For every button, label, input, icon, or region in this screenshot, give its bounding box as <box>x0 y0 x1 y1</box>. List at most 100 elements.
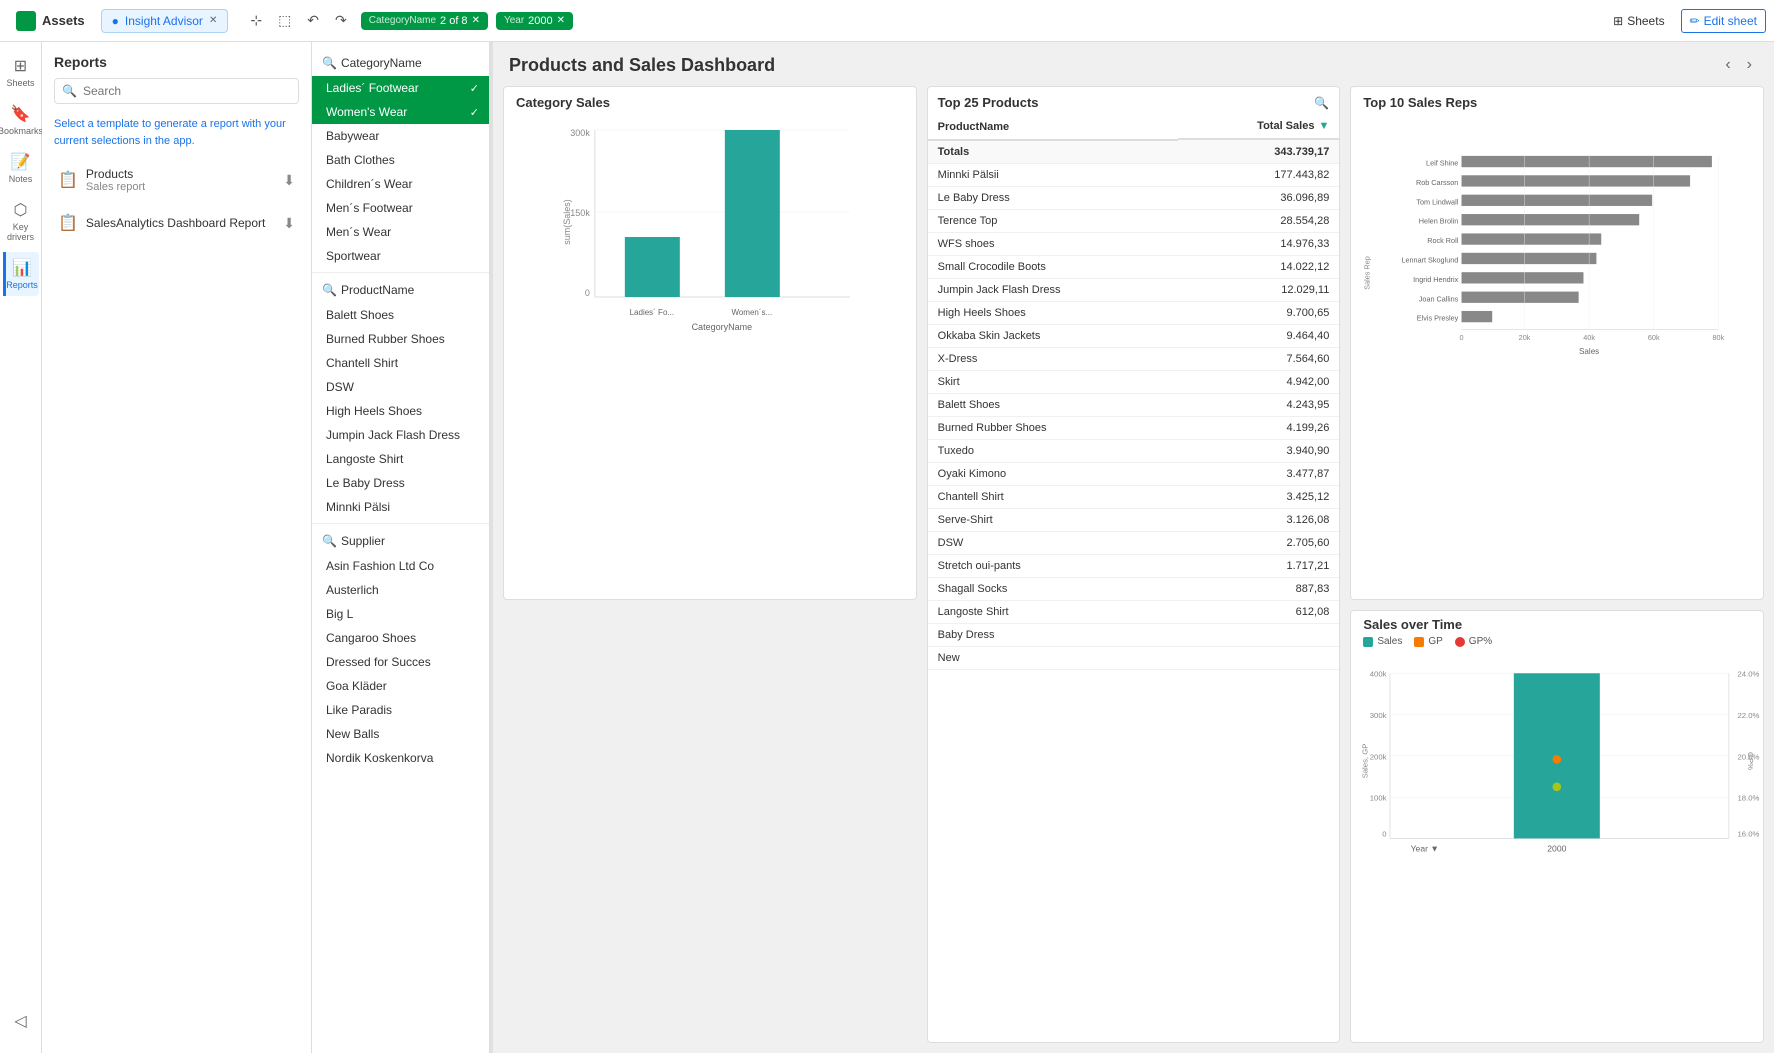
category-filter-header[interactable]: 🔍 CategoryName <box>312 50 489 76</box>
filter-item-ladies-footwear[interactable]: Ladies´ Footwear <box>312 76 489 100</box>
download-icon-products[interactable]: ⬇ <box>283 172 295 189</box>
table-row[interactable]: X-Dress7.564,60 <box>928 348 1340 371</box>
table-row[interactable]: Shagall Socks887,83 <box>928 578 1340 601</box>
filter-item-womens-wear[interactable]: Women's Wear <box>312 100 489 124</box>
filter-item-mens-footwear[interactable]: Men´s Footwear <box>312 196 489 220</box>
category-filter-close[interactable]: ✕ <box>472 15 480 26</box>
report-item-products[interactable]: 📋 Products Sales report ⬇ <box>46 157 307 203</box>
filter-item-le-baby-dress[interactable]: Le Baby Dress <box>312 471 489 495</box>
sidebar-bottom: ◁ <box>3 1005 39 1045</box>
filter-item-dressed-for-succes[interactable]: Dressed for Succes <box>312 650 489 674</box>
filter-item-chantell-shirt[interactable]: Chantell Shirt <box>312 351 489 375</box>
filter-item-high-heels-shoes[interactable]: High Heels Shoes <box>312 399 489 423</box>
table-row[interactable]: Chantell Shirt3.425,12 <box>928 486 1340 509</box>
insight-advisor-close[interactable]: ✕ <box>209 15 217 26</box>
tool-select[interactable]: ⊹ <box>244 8 268 33</box>
bar-joan[interactable] <box>1462 292 1579 303</box>
filter-item-langoste-shirt[interactable]: Langoste Shirt <box>312 447 489 471</box>
table-row[interactable]: DSW2.705,60 <box>928 532 1340 555</box>
category-filter-chip[interactable]: CategoryName 2 of 8 ✕ <box>361 12 488 30</box>
search-input[interactable] <box>54 78 299 104</box>
edit-sheet-button[interactable]: ✏ Edit sheet <box>1681 9 1766 33</box>
table-row[interactable]: Terence Top28.554,28 <box>928 210 1340 233</box>
table-row[interactable]: Jumpin Jack Flash Dress12.029,11 <box>928 279 1340 302</box>
table-row[interactable]: Stretch oui-pants1.717,21 <box>928 555 1340 578</box>
filter-item-like-paradis[interactable]: Like Paradis <box>312 698 489 722</box>
bar-leif-shine[interactable] <box>1462 156 1712 167</box>
bar-helen-brolin[interactable] <box>1462 214 1640 225</box>
bar-womens-wear[interactable] <box>725 130 780 297</box>
filter-item-austerlich[interactable]: Austerlich <box>312 578 489 602</box>
filter-item-babywear[interactable]: Babywear <box>312 124 489 148</box>
filter-item-cangaroo[interactable]: Cangaroo Shoes <box>312 626 489 650</box>
table-row[interactable]: Le Baby Dress36.096,89 <box>928 187 1340 210</box>
sidebar-item-reports[interactable]: 📊 Reports <box>3 252 39 296</box>
bar-rob-carsson[interactable] <box>1462 175 1691 186</box>
col-totalsales[interactable]: Total Sales ▼ <box>1178 114 1339 140</box>
filter-item-jumpin-jack[interactable]: Jumpin Jack Flash Dress <box>312 423 489 447</box>
filter-item-big-l[interactable]: Big L <box>312 602 489 626</box>
table-row[interactable]: Oyaki Kimono3.477,87 <box>928 463 1340 486</box>
tool-lasso[interactable]: ⬚ <box>272 8 297 33</box>
bar-lennart[interactable] <box>1462 253 1597 264</box>
bar-tom-lindwall[interactable] <box>1462 195 1653 206</box>
filter-item-mens-wear[interactable]: Men´s Wear <box>312 220 489 244</box>
table-row[interactable]: Minnki Pälsii177.443,82 <box>928 164 1340 187</box>
insight-advisor-tab[interactable]: ● Insight Advisor ✕ <box>101 9 229 33</box>
filter-item-dsw[interactable]: DSW <box>312 375 489 399</box>
tool-redo[interactable]: ↷ <box>329 8 353 33</box>
table-row[interactable]: Small Crocodile Boots14.022,12 <box>928 256 1340 279</box>
year-filter-chip[interactable]: Year 2000 ✕ <box>496 12 573 30</box>
table-row[interactable]: Burned Rubber Shoes4.199,26 <box>928 417 1340 440</box>
download-icon-salesanalytics[interactable]: ⬇ <box>283 215 295 232</box>
products-search-icon[interactable]: 🔍 <box>1314 96 1329 110</box>
table-row[interactable]: WFS shoes14.976,33 <box>928 233 1340 256</box>
sheets-button[interactable]: ⊞ Sheets <box>1605 10 1672 32</box>
filter-item-sportwear[interactable]: Sportwear <box>312 244 489 268</box>
product-filter-header[interactable]: 🔍 ProductName <box>312 277 489 303</box>
bar-ladies-footwear[interactable] <box>625 237 680 297</box>
assets-button[interactable]: Assets <box>8 11 93 31</box>
reports-panel: Reports 🔍 Select a template to generate … <box>42 42 312 1053</box>
report-item-salesanalytics[interactable]: 📋 SalesAnalytics Dashboard Report ⬇ <box>46 203 307 243</box>
filter-item-burned-rubber-shoes[interactable]: Burned Rubber Shoes <box>312 327 489 351</box>
sidebar-item-notes[interactable]: 📝 Notes <box>3 146 39 190</box>
sidebar-item-key-drivers[interactable]: ⬡ Key drivers <box>3 194 39 248</box>
sales-reps-title: Top 10 Sales Reps <box>1351 87 1763 114</box>
filter-item-goa-klader[interactable]: Goa Kläder <box>312 674 489 698</box>
sheets-icon: ⊞ <box>14 56 27 76</box>
filter-item-nordik[interactable]: Nordik Koskenkorva <box>312 746 489 770</box>
sales-time-title: Sales over Time <box>1363 617 1462 632</box>
table-row[interactable]: Tuxedo3.940,90 <box>928 440 1340 463</box>
table-row[interactable]: Baby Dress <box>928 624 1340 647</box>
table-row[interactable]: New <box>928 647 1340 670</box>
table-row[interactable]: Serve-Shirt3.126,08 <box>928 509 1340 532</box>
bar-elvis[interactable] <box>1462 311 1493 322</box>
app-link[interactable]: app. <box>173 135 194 147</box>
table-row[interactable]: High Heels Shoes9.700,65 <box>928 302 1340 325</box>
supplier-filter-header[interactable]: 🔍 Supplier <box>312 528 489 554</box>
table-row[interactable]: Okkaba Skin Jackets9.464,40 <box>928 325 1340 348</box>
svg-text:GP%: GP% <box>1746 752 1755 770</box>
products-table[interactable]: ProductName Total Sales ▼ Totals 343.739… <box>928 114 1340 1042</box>
filter-item-bath-clothes[interactable]: Bath Clothes <box>312 148 489 172</box>
bar-rock-roll[interactable] <box>1462 233 1602 244</box>
filter-item-balett-shoes[interactable]: Balett Shoes <box>312 303 489 327</box>
sidebar-item-collapse[interactable]: ◁ <box>3 1005 39 1037</box>
table-row[interactable]: Skirt4.942,00 <box>928 371 1340 394</box>
tool-undo[interactable]: ↶ <box>301 8 325 33</box>
filter-item-minnki[interactable]: Minnki Pälsi <box>312 495 489 519</box>
filter-item-childrens-wear[interactable]: Children´s Wear <box>312 172 489 196</box>
filter-item-new-balls[interactable]: New Balls <box>312 722 489 746</box>
table-row[interactable]: Langoste Shirt612,08 <box>928 601 1340 624</box>
table-row[interactable]: Balett Shoes4.243,95 <box>928 394 1340 417</box>
filter-item-asin[interactable]: Asin Fashion Ltd Co <box>312 554 489 578</box>
bar-ingrid[interactable] <box>1462 272 1584 283</box>
sidebar-item-sheets[interactable]: ⊞ Sheets <box>3 50 39 94</box>
sheets-label: Sheets <box>1627 14 1664 28</box>
sidebar-item-bookmarks[interactable]: 🔖 Bookmarks <box>3 98 39 142</box>
nav-next[interactable]: › <box>1741 52 1758 78</box>
nav-prev[interactable]: ‹ <box>1719 52 1736 78</box>
year-filter-close[interactable]: ✕ <box>557 15 565 26</box>
svg-text:24.0%: 24.0% <box>1738 670 1760 679</box>
